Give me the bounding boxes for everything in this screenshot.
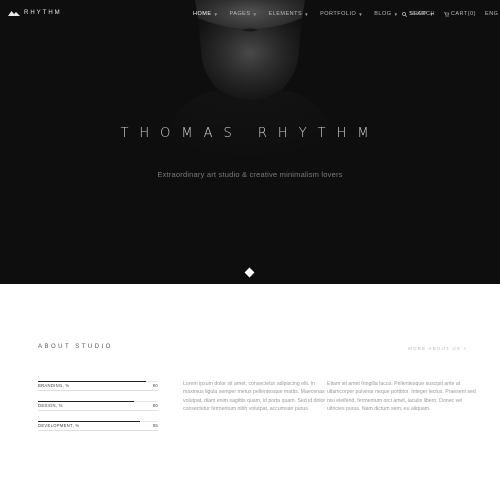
nav-item-home[interactable]: HOME ▼ bbox=[193, 11, 218, 17]
hero-title: THOMAS RHYTHM bbox=[120, 126, 380, 141]
skill-divider bbox=[38, 430, 158, 431]
nav-item-label: HOME bbox=[193, 11, 212, 17]
nav-item-pages[interactable]: PAGES ▼ bbox=[229, 11, 257, 17]
hero-subtitle: Extraordinary art studio & creative mini… bbox=[157, 170, 343, 179]
nav-item-blog[interactable]: BLOG ▼ bbox=[374, 11, 398, 17]
nav-item-label: ELEMENTS bbox=[268, 11, 303, 17]
chevron-down-icon: ▼ bbox=[358, 11, 364, 17]
skill-divider bbox=[38, 390, 158, 391]
skill-progress-bar bbox=[38, 421, 140, 422]
about-paragraph-1: Lorem ipsum dolor sit amet, consectetur … bbox=[183, 381, 326, 413]
hero-section: RHYTHM HOME ▼ PAGES ▼ ELEMENTS ▼ PORTFOL… bbox=[0, 0, 500, 284]
skill-label: BRANDING, % bbox=[38, 383, 70, 388]
nav-item-elements[interactable]: ELEMENTS ▼ bbox=[268, 11, 309, 17]
skill-progress-bar bbox=[38, 381, 146, 382]
top-navigation: RHYTHM HOME ▼ PAGES ▼ ELEMENTS ▼ PORTFOL… bbox=[0, 0, 500, 28]
mountain-logo-icon bbox=[8, 11, 20, 16]
brand-name: RHYTHM bbox=[24, 10, 62, 16]
about-paragraph-2: Etiam sit amet fringilla lacus. Pellente… bbox=[327, 381, 476, 413]
skill-progress-bar bbox=[38, 401, 134, 402]
skill-design: DESIGN, % 80 bbox=[38, 400, 158, 420]
skill-label: DEVELOPMENT, % bbox=[38, 423, 80, 428]
nav-item-portfolio[interactable]: PORTFOLIO ▼ bbox=[320, 11, 363, 17]
nav-item-label: BLOG bbox=[374, 11, 392, 17]
skill-development: DEVELOPMENT, % 85 bbox=[38, 420, 158, 440]
skill-label: DESIGN, % bbox=[38, 403, 63, 408]
chevron-down-icon: ▼ bbox=[252, 11, 258, 17]
cart-label: CART(0) bbox=[450, 11, 477, 17]
language-selector[interactable]: ENG ▼ bbox=[485, 11, 500, 17]
brand-logo[interactable]: RHYTHM bbox=[8, 10, 62, 16]
nav-item-label: PORTFOLIO bbox=[320, 11, 357, 17]
skill-value: 90 bbox=[152, 383, 158, 388]
cart-icon bbox=[443, 11, 449, 17]
chevron-down-icon: ▼ bbox=[393, 11, 399, 17]
search-button[interactable]: SEARCH bbox=[402, 11, 435, 17]
skill-divider bbox=[38, 410, 158, 411]
skills-list: BRANDING, % 90 DESIGN, % 80 DEVELOPMENT,… bbox=[38, 380, 158, 440]
nav-item-label: PAGES bbox=[229, 11, 251, 17]
about-section-title: ABOUT STUDIO bbox=[38, 344, 113, 350]
skill-value: 85 bbox=[152, 423, 158, 428]
more-about-link[interactable]: MORE ABOUT US > bbox=[408, 346, 467, 351]
hero-overlay bbox=[0, 0, 500, 284]
language-label: ENG bbox=[485, 11, 499, 17]
skill-branding: BRANDING, % 90 bbox=[38, 380, 158, 400]
chevron-down-icon: ▼ bbox=[213, 11, 219, 17]
utility-nav: SEARCH CART(0) ENG ▼ bbox=[402, 11, 500, 17]
cart-button[interactable]: CART(0) bbox=[443, 11, 477, 17]
chevron-down-icon: ▼ bbox=[304, 11, 310, 17]
skill-value: 80 bbox=[152, 403, 158, 408]
search-label: SEARCH bbox=[409, 11, 435, 17]
search-icon bbox=[402, 11, 407, 17]
